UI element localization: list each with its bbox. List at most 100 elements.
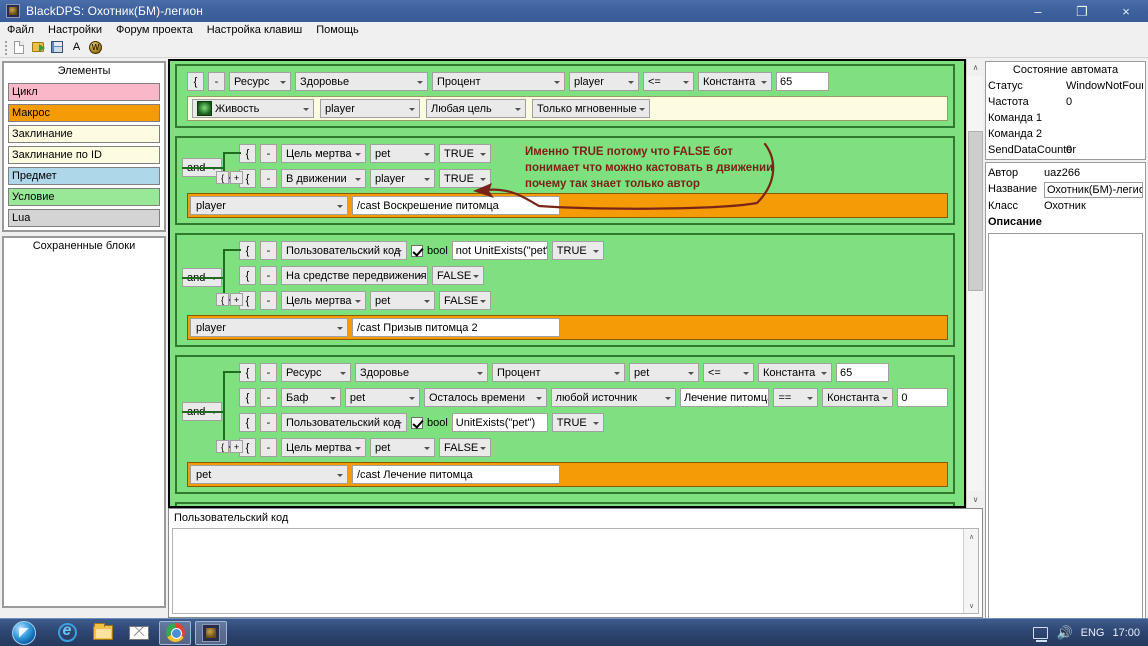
spell-target[interactable]: player	[320, 99, 420, 118]
toolbar-grip[interactable]	[2, 41, 9, 55]
chrome-icon[interactable]	[159, 621, 191, 645]
buff-mode[interactable]: Осталось времени	[424, 388, 547, 407]
script-block-4[interactable]: and{+{-РесурсЗдоровьеПроцентpet<=Констан…	[175, 355, 955, 494]
element-item-2[interactable]: Заклинание	[8, 125, 160, 143]
remove-condition-button[interactable]: -	[260, 169, 277, 188]
canvas-scrollbar[interactable]: ∧ ∨	[966, 59, 983, 508]
spell-name[interactable]: Живость	[192, 99, 314, 118]
code-scroll-down-icon[interactable]: ∨	[964, 598, 979, 613]
condition-type[interactable]: Ресурс	[281, 363, 351, 382]
bool-value[interactable]: TRUE	[552, 413, 604, 432]
remove-condition-button[interactable]: -	[260, 241, 277, 260]
element-item-4[interactable]: Предмет	[8, 167, 160, 185]
macro-unit-select[interactable]: player	[190, 318, 348, 337]
remove-condition-button[interactable]: -	[260, 388, 277, 407]
remove-condition-button[interactable]: -	[260, 266, 277, 285]
language-indicator[interactable]: ENG	[1081, 627, 1105, 639]
volume-icon[interactable]: 🔊	[1056, 626, 1072, 639]
value-source[interactable]: Константа	[698, 72, 772, 91]
element-item-5[interactable]: Условие	[8, 188, 160, 206]
wow-icon[interactable]	[87, 39, 104, 56]
macro-bar[interactable]: pet/cast Лечение питомца	[187, 462, 948, 487]
script-block-2[interactable]: and{+{-Цель мертваpetTRUE{-В движенииpla…	[175, 136, 955, 225]
macro-unit-select[interactable]: player	[190, 196, 348, 215]
macro-command-input[interactable]: /cast Воскрешение питомца	[352, 196, 560, 215]
buff-name-input[interactable]: Лечение питомца	[680, 388, 770, 407]
constant-value[interactable]: 65	[836, 363, 889, 382]
resource-mode[interactable]: Процент	[432, 72, 565, 91]
bool-value[interactable]: TRUE	[439, 144, 491, 163]
resource-name[interactable]: Здоровье	[295, 72, 428, 91]
brace-button[interactable]: {	[187, 72, 204, 91]
menu-item-file[interactable]: Файл	[0, 23, 41, 37]
condition-type[interactable]: В движении	[281, 169, 366, 188]
macro-unit-select[interactable]: pet	[190, 465, 348, 484]
value-source[interactable]: Константа	[822, 388, 893, 407]
code-scroll-up-icon[interactable]: ∧	[964, 529, 979, 544]
menu-item-help[interactable]: Помощь	[309, 23, 366, 37]
spell-cast-mode[interactable]: Только мгновенные	[532, 99, 650, 118]
value-source[interactable]: Константа	[758, 363, 832, 382]
open-folder-icon[interactable]	[30, 39, 47, 56]
script-block-5-partial[interactable]: {-	[175, 502, 955, 506]
lua-code-input[interactable]: UnitExists("pet")	[452, 413, 548, 432]
font-icon[interactable]: A	[68, 39, 85, 56]
bool-checkbox[interactable]	[411, 245, 423, 257]
unit[interactable]: pet	[370, 144, 435, 163]
condition-type[interactable]: На средстве передвижения	[281, 266, 428, 285]
remove-condition-button[interactable]: -	[260, 291, 277, 310]
menu-item-settings[interactable]: Настройки	[41, 23, 109, 37]
user-code-scrollbar[interactable]: ∧ ∨	[963, 529, 978, 613]
unit[interactable]: player	[569, 72, 639, 91]
element-item-6[interactable]: Lua	[8, 209, 160, 227]
brace-button[interactable]: {	[216, 171, 229, 184]
constant-value[interactable]: 0	[897, 388, 948, 407]
blackdps-icon[interactable]	[195, 621, 227, 645]
remove-condition-button[interactable]: -	[260, 144, 277, 163]
ie-icon[interactable]	[51, 621, 83, 645]
bool-value[interactable]: TRUE	[552, 241, 604, 260]
resource-mode[interactable]: Процент	[492, 363, 625, 382]
macro-bar[interactable]: player/cast Воскрешение питомца	[187, 193, 948, 218]
add-condition-button[interactable]: +	[230, 293, 243, 306]
condition-type[interactable]: Пользовательский код	[281, 413, 407, 432]
close-button[interactable]: ×	[1104, 0, 1148, 22]
minimize-button[interactable]: –	[1016, 0, 1060, 22]
spell-bar[interactable]: ЖивостьplayerЛюбая цельТолько мгновенные	[187, 96, 948, 121]
remove-condition-button[interactable]: -	[260, 413, 277, 432]
start-orb[interactable]	[1, 620, 47, 646]
unit[interactable]: pet	[370, 291, 435, 310]
macro-command-input[interactable]: /cast Призыв питомца 2	[352, 318, 560, 337]
canvas-scroll-track[interactable]	[967, 76, 984, 491]
explorer-icon[interactable]	[87, 621, 119, 645]
element-item-3[interactable]: Заклинание по ID	[8, 146, 160, 164]
menu-item-keys[interactable]: Настройка клавиш	[200, 23, 310, 37]
save-icon[interactable]	[49, 39, 66, 56]
add-condition-button[interactable]: +	[230, 440, 243, 453]
clock[interactable]: 17:00	[1112, 627, 1140, 639]
element-item-1[interactable]: Макрос	[8, 104, 160, 122]
network-icon[interactable]	[1033, 627, 1048, 639]
bool-value[interactable]: FALSE	[439, 291, 491, 310]
macro-bar[interactable]: player/cast Призыв питомца 2	[187, 315, 948, 340]
mail-icon[interactable]	[123, 621, 155, 645]
script-name-input[interactable]: Охотник(БМ)-легион	[1044, 182, 1143, 198]
condition-type[interactable]: Ресурс	[229, 72, 291, 91]
element-item-0[interactable]: Цикл	[8, 83, 160, 101]
script-block-3[interactable]: and{+{-Пользовательский кодboolnot UnitE…	[175, 233, 955, 347]
unit[interactable]: pet	[345, 388, 420, 407]
saved-blocks-panel[interactable]: Сохраненные блоки	[2, 236, 166, 608]
bool-value[interactable]: FALSE	[432, 266, 484, 285]
unit[interactable]: pet	[370, 438, 435, 457]
unit[interactable]: pet	[629, 363, 699, 382]
brace-button[interactable]: {	[216, 293, 229, 306]
comparator[interactable]: ==	[773, 388, 818, 407]
condition-type[interactable]: Цель мертва	[281, 438, 366, 457]
canvas-scroll-thumb[interactable]	[968, 131, 983, 291]
condition-type[interactable]: Баф	[281, 388, 341, 407]
unit[interactable]: player	[370, 169, 435, 188]
brace-button[interactable]: {	[216, 440, 229, 453]
remove-condition-button[interactable]: -	[260, 363, 277, 382]
menu-item-forum[interactable]: Форум проекта	[109, 23, 200, 37]
add-condition-button[interactable]: +	[230, 171, 243, 184]
